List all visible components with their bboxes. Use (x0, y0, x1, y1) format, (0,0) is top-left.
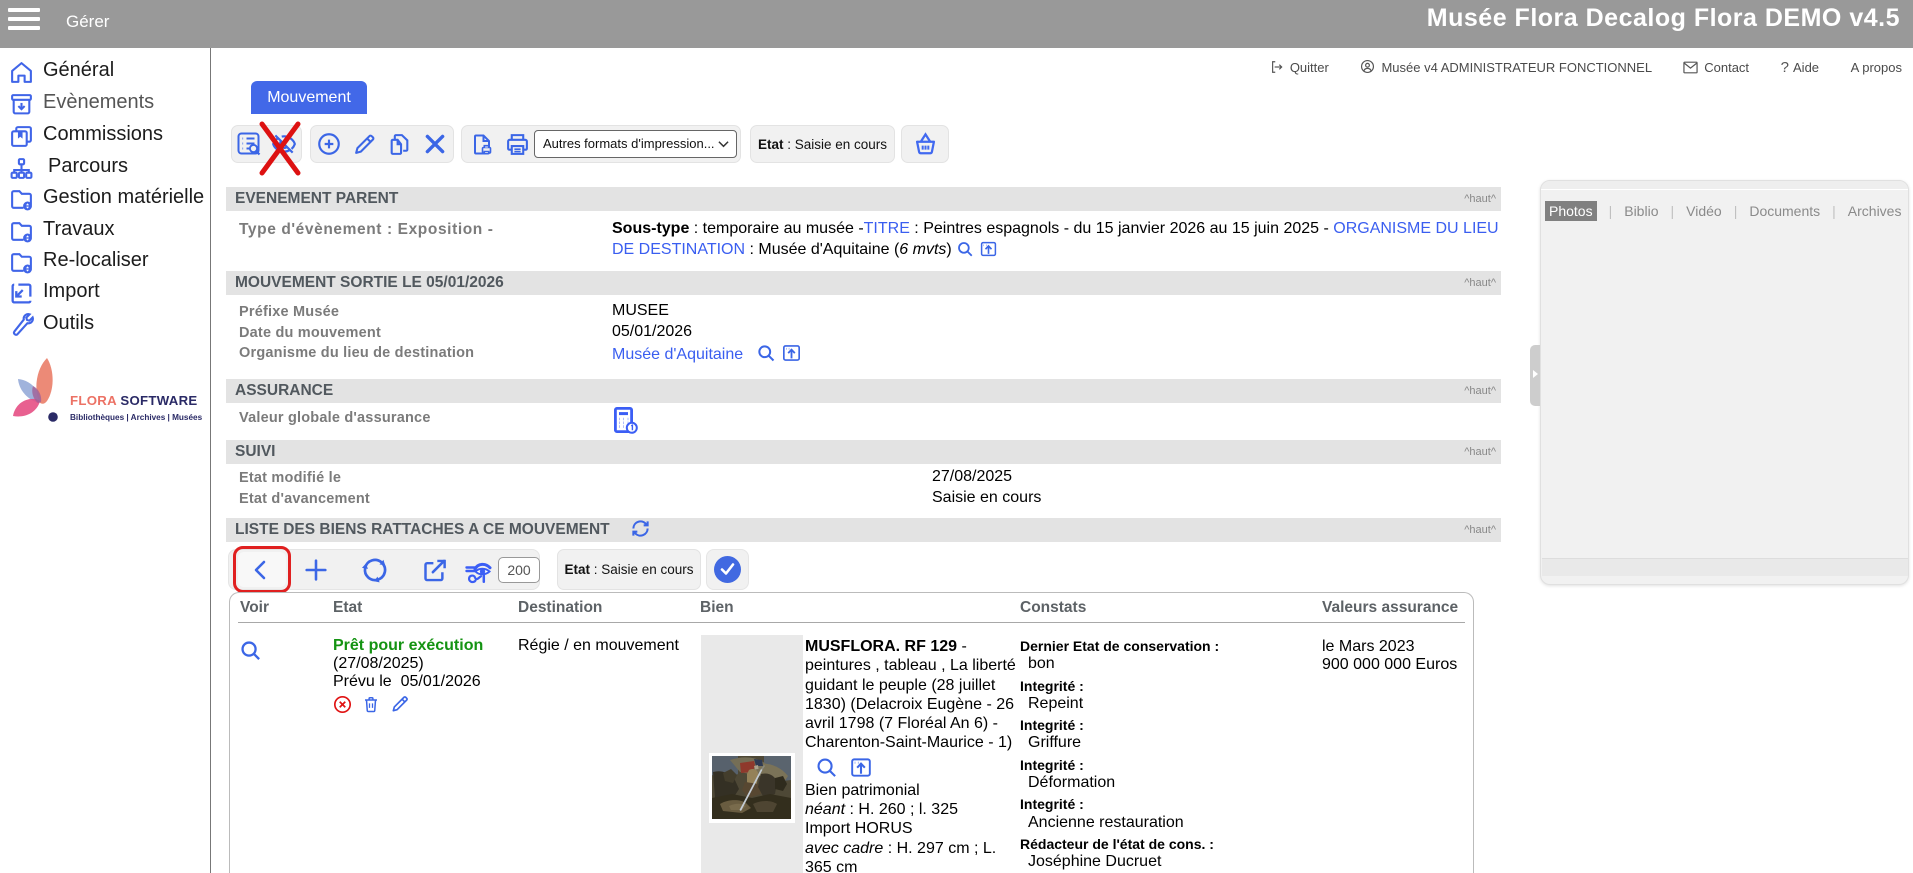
svg-text:Bibliothèques | Archives | Mus: Bibliothèques | Archives | Musées (70, 413, 203, 422)
svg-text:FLORA SOFTWARE: FLORA SOFTWARE (70, 393, 198, 408)
